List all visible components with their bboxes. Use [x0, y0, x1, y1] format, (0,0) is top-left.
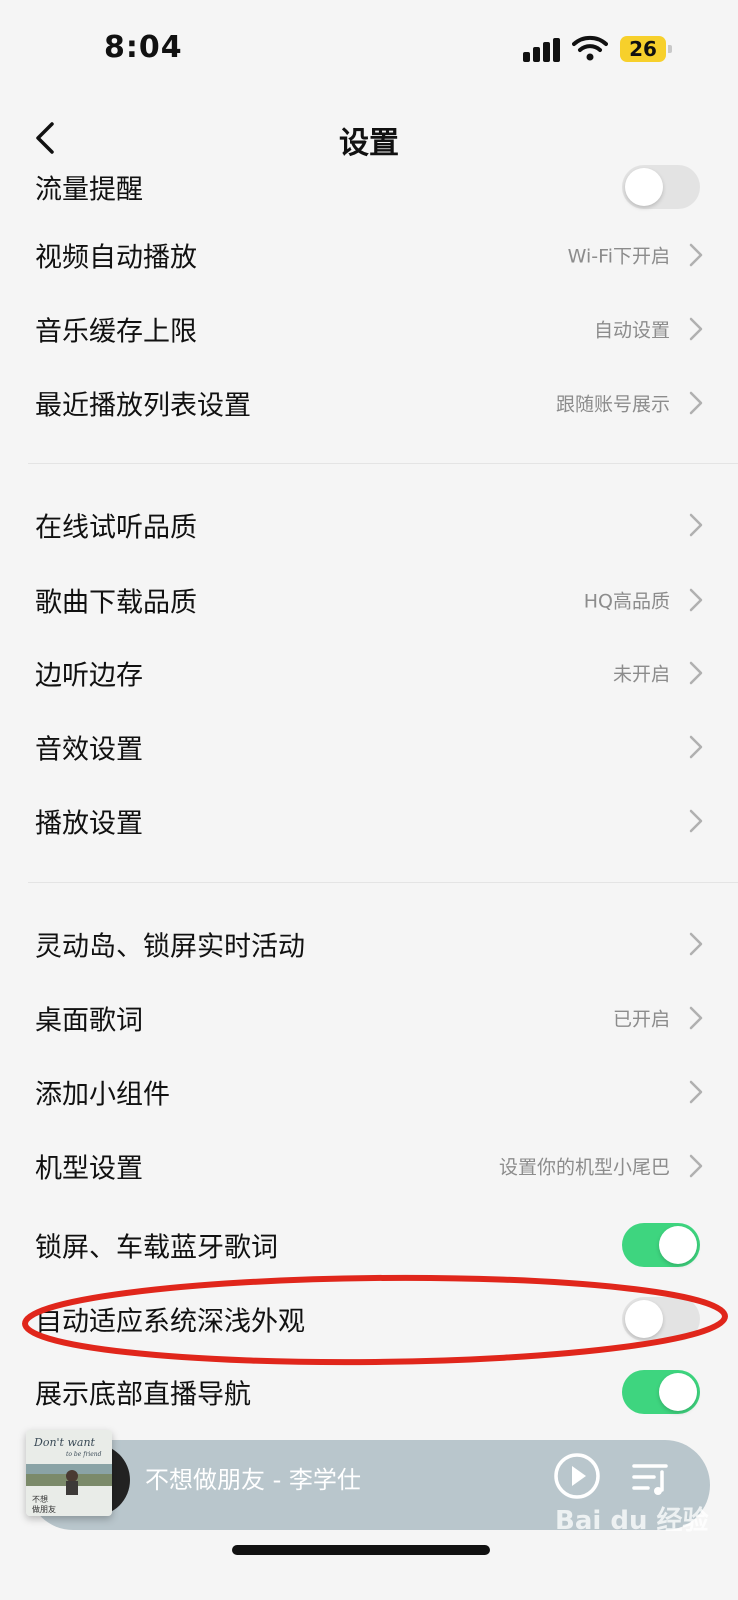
row-label: 音乐缓存上限: [35, 316, 197, 348]
album-art[interactable]: Don't want to be friend 不想 做朋友: [26, 1430, 112, 1516]
row-device-model[interactable]: 机型设置 设置你的机型小尾巴: [0, 1131, 738, 1201]
chevron-right-icon: [689, 735, 703, 759]
row-label: 添加小组件: [35, 1079, 170, 1111]
status-bar: 8:04 26: [0, 0, 738, 100]
row-value: HQ高品质: [583, 590, 670, 613]
row-value: 设置你的机型小尾巴: [498, 1156, 670, 1179]
lockscreen-lyrics-toggle[interactable]: [622, 1223, 700, 1267]
status-time: 8:04: [104, 30, 183, 65]
chevron-right-icon: [689, 588, 703, 612]
chevron-right-icon: [689, 1080, 703, 1104]
svg-text:Don't want: Don't want: [33, 1436, 96, 1449]
row-traffic-alert: 流量提醒: [0, 152, 738, 222]
battery-icon: 26: [620, 36, 672, 62]
row-sound-effects[interactable]: 音效设置: [0, 712, 738, 782]
row-value: 自动设置: [593, 319, 670, 342]
row-label: 锁屏、车载蓝牙歌词: [35, 1232, 278, 1264]
playlist-icon[interactable]: [630, 1458, 670, 1498]
cellular-signal-icon: [523, 38, 561, 62]
section-divider: [28, 463, 738, 464]
row-music-cache-limit[interactable]: 音乐缓存上限 自动设置: [0, 294, 738, 364]
row-add-widget[interactable]: 添加小组件: [0, 1057, 738, 1127]
row-download-quality[interactable]: 歌曲下载品质 HQ高品质: [0, 565, 738, 635]
home-indicator: [232, 1545, 490, 1555]
row-label: 流量提醒: [35, 174, 143, 206]
row-auto-appearance: 自动适应系统深浅外观: [0, 1284, 738, 1354]
chevron-right-icon: [689, 809, 703, 833]
battery-level: 26: [629, 37, 657, 61]
play-icon[interactable]: [553, 1452, 601, 1500]
row-label: 歌曲下载品质: [35, 587, 197, 619]
live-nav-toggle[interactable]: [622, 1370, 700, 1414]
row-live-nav: 展示底部直播导航: [0, 1357, 738, 1427]
row-value: 未开启: [612, 663, 670, 686]
row-label: 灵动岛、锁屏实时活动: [35, 931, 305, 963]
wifi-icon: [572, 35, 608, 61]
chevron-right-icon: [689, 661, 703, 685]
chevron-right-icon: [689, 932, 703, 956]
traffic-alert-toggle[interactable]: [622, 165, 700, 209]
row-label: 视频自动播放: [35, 242, 197, 274]
row-value: 已开启: [612, 1008, 670, 1031]
svg-text:不想: 不想: [32, 1494, 48, 1504]
row-listen-and-save[interactable]: 边听边存 未开启: [0, 638, 738, 708]
row-value: 跟随账号展示: [555, 393, 670, 416]
album-cover-image: Don't want to be friend 不想 做朋友: [26, 1430, 112, 1516]
row-label: 最近播放列表设置: [35, 390, 251, 422]
row-desktop-lyrics[interactable]: 桌面歌词 已开启: [0, 983, 738, 1053]
row-label: 音效设置: [35, 734, 143, 766]
row-recent-playlist-settings[interactable]: 最近播放列表设置 跟随账号展示: [0, 368, 738, 438]
chevron-right-icon: [689, 1154, 703, 1178]
chevron-right-icon: [689, 243, 703, 267]
svg-text:做朋友: 做朋友: [32, 1504, 56, 1514]
row-value: Wi-Fi下开启: [567, 245, 670, 268]
chevron-right-icon: [689, 317, 703, 341]
row-online-quality[interactable]: 在线试听品质: [0, 490, 738, 560]
row-label: 展示底部直播导航: [35, 1379, 251, 1411]
row-label: 边听边存: [35, 660, 143, 692]
row-dynamic-island[interactable]: 灵动岛、锁屏实时活动: [0, 909, 738, 979]
row-video-autoplay[interactable]: 视频自动播放 Wi-Fi下开启: [0, 220, 738, 290]
row-playback-settings[interactable]: 播放设置: [0, 786, 738, 856]
svg-text:to be friend: to be friend: [66, 1451, 102, 1458]
section-divider: [28, 882, 738, 883]
watermark: Bai du 经验: [555, 1506, 709, 1536]
row-lockscreen-lyrics: 锁屏、车载蓝牙歌词: [0, 1210, 738, 1280]
row-label: 自动适应系统深浅外观: [35, 1306, 305, 1338]
row-label: 机型设置: [35, 1153, 143, 1185]
chevron-right-icon: [689, 1006, 703, 1030]
chevron-right-icon: [689, 513, 703, 537]
row-label: 在线试听品质: [35, 512, 197, 544]
auto-appearance-toggle[interactable]: [622, 1297, 700, 1341]
row-label: 桌面歌词: [35, 1005, 143, 1037]
now-playing-title: 不想做朋友 - 李学仕: [145, 1466, 361, 1494]
row-label: 播放设置: [35, 808, 143, 840]
chevron-right-icon: [689, 391, 703, 415]
